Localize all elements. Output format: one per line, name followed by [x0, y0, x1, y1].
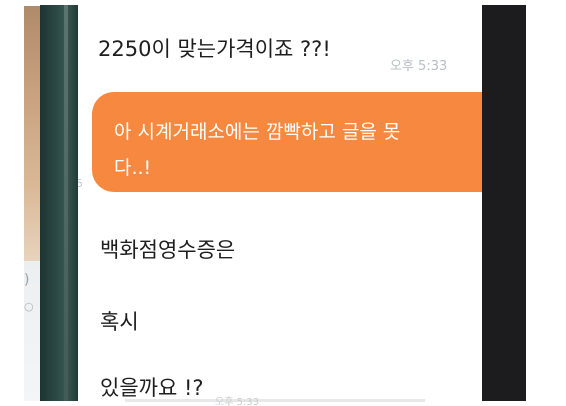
partial-glyph: )	[24, 272, 30, 288]
message-text: 혹시	[100, 310, 139, 334]
sent-message-line-1: 아 시계거래소에는 깜빡하고 글을 못	[114, 121, 401, 143]
message-timestamp-partial: 오후 5:33	[215, 397, 260, 406]
message-text: 있을까요 !?	[100, 376, 204, 400]
sent-message-line-2: 다..!	[114, 157, 152, 179]
phone-bezel	[40, 5, 78, 401]
bottom-divider	[125, 399, 425, 402]
chat-window[interactable]: 5 2250이 맞는가격이죠 ??! 오후 5:33 아 시계거래소에는 깜빡하…	[78, 5, 482, 401]
partial-circle-icon: ○	[24, 300, 34, 313]
message-text: 2250이 맞는가격이죠 ??!	[98, 37, 331, 61]
phone-bezel-highlight	[64, 5, 68, 401]
dark-side-band	[482, 5, 526, 401]
message-text: 백화점영수증은	[100, 238, 236, 262]
side-mark: 5	[78, 177, 83, 190]
message-timestamp: 오후 5:33	[390, 59, 448, 74]
